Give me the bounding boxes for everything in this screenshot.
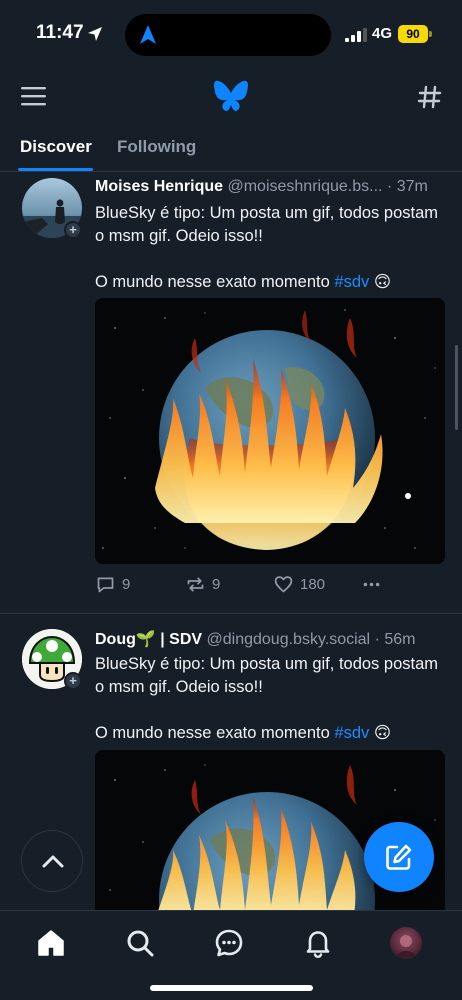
more-options-button[interactable] xyxy=(361,574,382,595)
scroll-to-top-button[interactable] xyxy=(21,830,83,892)
follow-plus-icon[interactable]: + xyxy=(64,672,82,690)
hashtag-link[interactable]: #sdv xyxy=(334,273,369,291)
separator-dot: · xyxy=(386,178,393,195)
repost-icon xyxy=(187,577,204,592)
profile-avatar[interactable] xyxy=(390,927,422,959)
author-name[interactable]: Doug🌱 | SDV xyxy=(95,631,202,648)
compose-icon xyxy=(386,844,412,870)
post-text-line: BlueSky é tipo: Um posta um gif, todos p… xyxy=(95,655,438,696)
signal-icon xyxy=(345,28,367,42)
repost-button[interactable]: 9 xyxy=(185,574,220,595)
gif-image xyxy=(95,298,445,564)
active-tab-indicator xyxy=(18,168,93,171)
more-dots-icon xyxy=(363,582,380,587)
status-time: 11:47 xyxy=(36,22,84,43)
burning-earth-gif[interactable] xyxy=(95,298,445,564)
post-text-line-2: O mundo nesse exato momento #sdv 🙃 xyxy=(95,271,445,294)
reply-icon xyxy=(97,577,114,593)
feed-post[interactable]: + Moises Henrique @moiseshnrique.bs... ·… xyxy=(0,172,462,614)
post-header: Moises Henrique @moiseshnrique.bs... · 3… xyxy=(95,178,447,196)
bell-icon[interactable] xyxy=(302,927,334,959)
chevron-up-icon xyxy=(42,855,64,868)
tab-discover[interactable]: Discover xyxy=(20,137,92,157)
scrollbar[interactable] xyxy=(455,345,458,430)
author-handle[interactable]: @moiseshnrique.bs... xyxy=(227,178,382,195)
post-text: BlueSky é tipo: Um posta um gif, todos p… xyxy=(95,653,445,745)
status-bar: 11:47 4G 90 xyxy=(0,0,462,70)
like-button[interactable]: 180 xyxy=(273,574,325,595)
post-time: 37m xyxy=(396,178,428,195)
author-handle[interactable]: @dingdoug.bsky.social xyxy=(207,631,371,648)
post-actions: 9 9 180 xyxy=(95,574,445,598)
compose-post-button[interactable] xyxy=(364,822,434,892)
profile-avatar-image xyxy=(390,927,422,959)
location-arrow-icon xyxy=(88,27,102,41)
hashtag-link[interactable]: #sdv xyxy=(334,724,369,742)
battery-indicator: 90 xyxy=(398,25,428,43)
like-count: 180 xyxy=(300,576,326,593)
network-type: 4G xyxy=(372,25,393,42)
post-text-line-2: O mundo nesse exato momento #sdv 🙃 xyxy=(95,722,445,745)
dynamic-island xyxy=(125,14,331,56)
hamburger-menu-icon[interactable] xyxy=(21,86,46,106)
feed-tabs: Discover Following xyxy=(0,128,462,172)
post-text-line: BlueSky é tipo: Um posta um gif, todos p… xyxy=(95,204,438,245)
separator-dot: · xyxy=(374,631,380,648)
upside-down-face-emoji: 🙃 xyxy=(373,273,392,291)
home-indicator[interactable] xyxy=(150,985,313,991)
post-header: Doug🌱 | SDV @dingdoug.bsky.social · 56m xyxy=(95,629,447,649)
search-icon[interactable] xyxy=(124,927,156,959)
navigation-arrow-icon xyxy=(140,25,156,44)
heart-icon xyxy=(274,576,293,593)
hashtag-icon[interactable] xyxy=(418,85,442,109)
post-time: 56m xyxy=(384,631,416,648)
tab-following[interactable]: Following xyxy=(117,137,196,157)
repost-count: 9 xyxy=(212,576,221,593)
author-name[interactable]: Moises Henrique xyxy=(95,178,223,195)
bluesky-butterfly-icon[interactable] xyxy=(213,80,249,112)
reply-count: 9 xyxy=(122,576,131,593)
follow-plus-icon[interactable]: + xyxy=(64,221,82,239)
chat-icon[interactable] xyxy=(213,927,245,959)
post-text-body: O mundo nesse exato momento xyxy=(95,724,330,742)
reply-button[interactable]: 9 xyxy=(95,574,130,595)
upside-down-face-emoji: 🙃 xyxy=(373,724,392,742)
battery-tip xyxy=(429,31,432,37)
post-text: BlueSky é tipo: Um posta um gif, todos p… xyxy=(95,202,445,294)
home-icon[interactable] xyxy=(35,927,67,959)
post-text-body: O mundo nesse exato momento xyxy=(95,273,330,291)
